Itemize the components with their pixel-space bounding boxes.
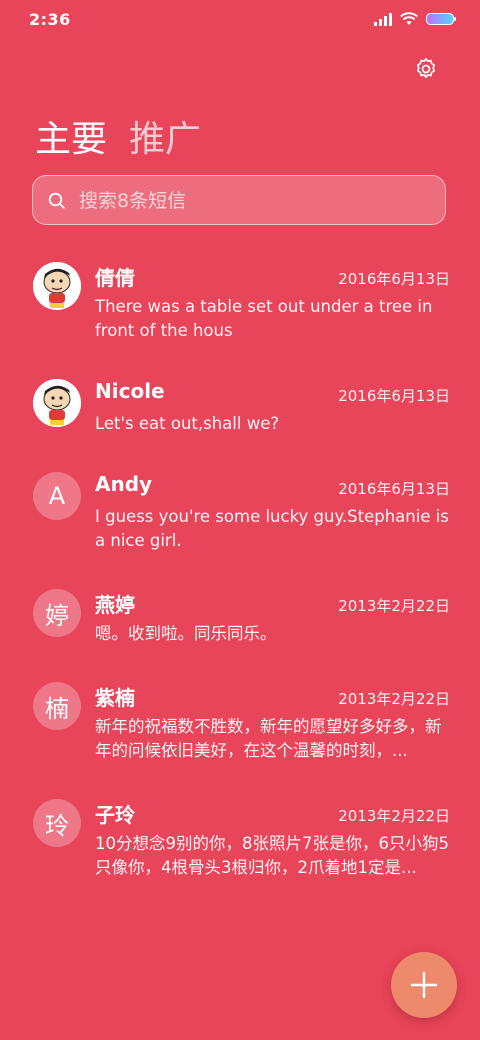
message-preview: There was a table set out under a tree i…: [95, 297, 433, 340]
conversation-row[interactable]: 婷 燕婷 2013年2月22日 嗯。收到啦。同乐同乐。: [0, 587, 480, 677]
contact-name: Andy: [95, 472, 153, 496]
status-icons: [374, 12, 456, 26]
search-input[interactable]: [77, 176, 441, 226]
message-preview: 10分想念9别的你，8张照片7张是你，6只小狗5只像你，4根骨头3根归你，2爪着…: [95, 834, 449, 877]
contact-avatar-letter: 楠: [33, 682, 81, 730]
message-date: 2016年6月13日: [338, 270, 450, 288]
contact-name: Nicole: [95, 379, 165, 403]
cartoon-boy-avatar-icon: [33, 262, 81, 310]
settings-gear-icon[interactable]: [413, 56, 439, 82]
compose-button[interactable]: [391, 952, 457, 1018]
message-date: 2013年2月22日: [338, 597, 450, 615]
contact-name: 倩倩: [95, 266, 135, 290]
message-preview: I guess you're some lucky guy.Stephanie …: [95, 507, 449, 550]
message-preview: Let's eat out,shall we?: [95, 414, 280, 433]
status-bar: 2:36: [0, 0, 480, 40]
conversation-row[interactable]: Nicole 2016年6月13日 Let's eat out,shall we…: [0, 377, 480, 467]
status-time: 2:36: [29, 10, 71, 29]
conversation-row[interactable]: 玲 子玲 2013年2月22日 10分想念9别的你，8张照片7张是你，6只小狗5…: [0, 797, 480, 907]
message-date: 2013年2月22日: [338, 807, 450, 825]
message-preview: 嗯。收到啦。同乐同乐。: [95, 624, 277, 643]
contact-avatar-photo: [33, 262, 81, 310]
conversation-row[interactable]: A Andy 2016年6月13日 I guess you're some lu…: [0, 470, 480, 580]
contact-avatar-letter: 玲: [33, 799, 81, 847]
contact-name: 燕婷: [95, 593, 135, 617]
tab-promotions[interactable]: 推广: [129, 110, 201, 162]
conversation-row[interactable]: 楠 紫楠 2013年2月22日 新年的祝福数不胜数，新年的愿望好多好多，新年的问…: [0, 680, 480, 790]
contact-name: 紫楠: [95, 686, 135, 710]
signal-icon: [374, 12, 392, 26]
search-icon: [48, 192, 65, 209]
message-date: 2016年6月13日: [338, 387, 450, 405]
contact-name: 子玲: [95, 803, 135, 827]
plus-icon: [410, 971, 438, 999]
contact-avatar-letter: A: [33, 472, 81, 520]
contact-avatar-letter: 婷: [33, 589, 81, 637]
message-date: 2013年2月22日: [338, 690, 450, 708]
message-date: 2016年6月13日: [338, 480, 450, 498]
contact-avatar-photo: [33, 379, 81, 427]
wifi-icon: [400, 12, 418, 25]
battery-icon: [426, 13, 456, 25]
tab-primary[interactable]: 主要: [35, 110, 107, 162]
message-tabs: 主要 推广: [35, 110, 201, 162]
message-preview: 新年的祝福数不胜数，新年的愿望好多好多，新年的问候依旧美好，在这个温馨的时刻，.…: [95, 717, 442, 760]
search-box[interactable]: [32, 175, 446, 226]
cartoon-boy-avatar-icon: [33, 379, 81, 427]
conversation-row[interactable]: 倩倩 2016年6月13日 There was a table set out …: [0, 260, 480, 370]
